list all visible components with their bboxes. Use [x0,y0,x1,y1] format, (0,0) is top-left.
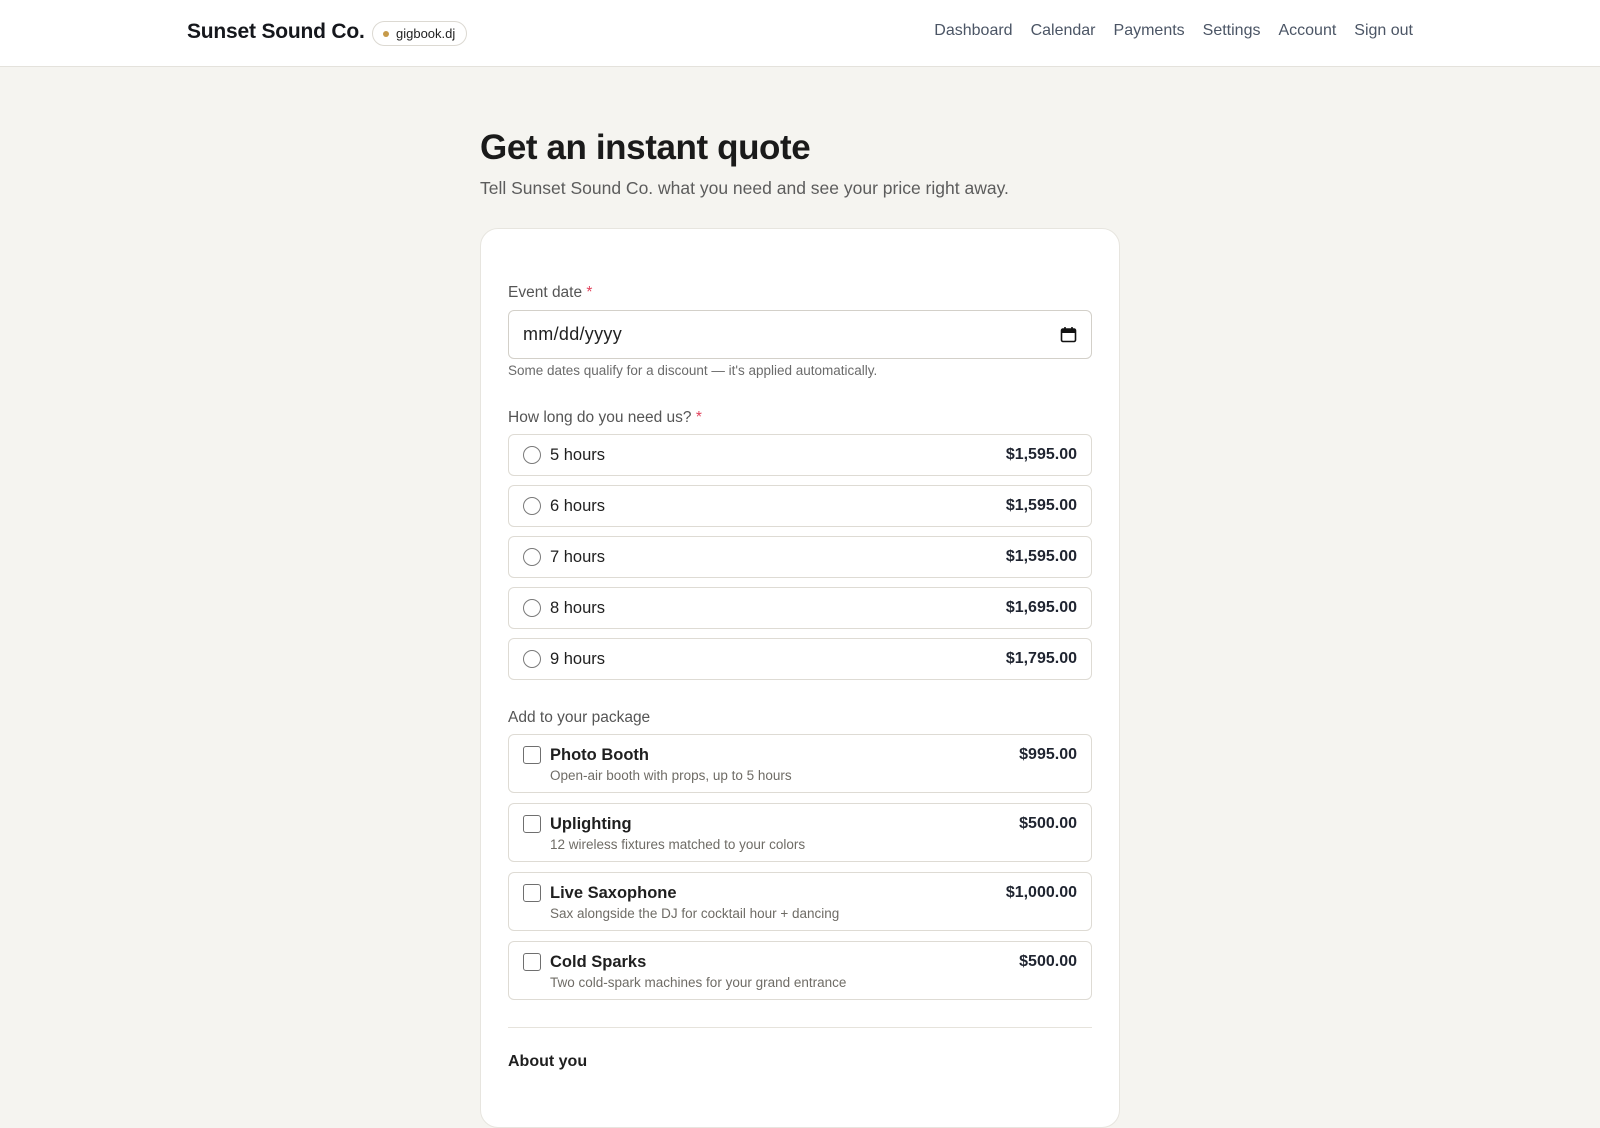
addon-description: Open-air booth with props, up to 5 hours [550,768,792,783]
duration-option-6h[interactable]: 6 hours $1,595.00 [508,485,1092,527]
addon-name: Live Saxophone [550,884,677,902]
site-badge[interactable]: gigbook.dj [372,21,468,46]
duration-option-8h[interactable]: 8 hours $1,695.00 [508,587,1092,629]
nav-settings[interactable]: Settings [1203,22,1261,40]
event-date-label-text: Event date [508,284,583,301]
duration-option-label: 8 hours [550,599,606,617]
page-subtitle: Tell Sunset Sound Co. what you need and … [480,178,1009,198]
duration-option-price: $1,595.00 [1005,548,1077,565]
radio-button[interactable] [523,497,541,515]
duration-option-5h[interactable]: 5 hours $1,595.00 [508,434,1092,476]
duration-option-9h[interactable]: 9 hours $1,795.00 [508,638,1092,680]
brand-name[interactable]: Sunset Sound Co. [187,20,365,44]
event-date-input[interactable]: mm/dd/yyyy [508,310,1092,359]
radio-button[interactable] [523,548,541,566]
addon-price: $995.00 [1019,746,1077,763]
addon-cold-sparks[interactable]: Cold Sparks Two cold-spark machines for … [508,941,1092,1000]
event-date-help: Some dates qualify for a discount — it's… [508,363,878,378]
duration-option-label: 7 hours [550,548,606,566]
event-date-label: Event date * [508,284,592,302]
radio-button[interactable] [523,446,541,464]
checkbox[interactable] [523,746,541,764]
duration-option-label: 6 hours [550,497,606,515]
section-divider [508,1027,1092,1028]
about-you-heading: About you [508,1053,588,1070]
addon-description: Sax alongside the DJ for cocktail hour +… [550,906,840,921]
addon-price: $500.00 [1019,815,1077,832]
nav-payments[interactable]: Payments [1114,22,1185,40]
addon-name: Cold Sparks [550,953,647,971]
quote-form-card: Event date * mm/dd/yyyy Some dates quali… [480,228,1120,1128]
duration-label: How long do you need us? * [508,409,702,427]
addon-uplighting[interactable]: Uplighting 12 wireless fixtures matched … [508,803,1092,862]
required-mark: * [586,284,593,301]
duration-option-7h[interactable]: 7 hours $1,595.00 [508,536,1092,578]
nav-dashboard[interactable]: Dashboard [934,22,1012,40]
checkbox[interactable] [523,815,541,833]
duration-option-price: $1,795.00 [1005,650,1077,667]
status-dot-icon [383,30,389,37]
duration-option-price: $1,595.00 [1005,446,1077,463]
duration-label-text: How long do you need us? [508,409,692,426]
addon-price: $500.00 [1019,953,1077,970]
event-date-placeholder: mm/dd/yyyy [523,324,623,344]
addon-description: Two cold-spark machines for your grand e… [550,975,847,990]
radio-button[interactable] [523,650,541,668]
duration-option-price: $1,595.00 [1005,497,1077,514]
addon-live-saxophone[interactable]: Live Saxophone Sax alongside the DJ for … [508,872,1092,931]
nav-account[interactable]: Account [1278,22,1336,40]
checkbox[interactable] [523,953,541,971]
nav-sign-out[interactable]: Sign out [1354,22,1413,40]
addon-name: Uplighting [550,815,632,833]
addon-name: Photo Booth [550,746,649,764]
addons-label: Add to your package [508,709,651,726]
addon-description: 12 wireless fixtures matched to your col… [550,837,806,852]
main-nav: Dashboard Calendar Payments Settings Acc… [934,22,1413,40]
duration-option-price: $1,695.00 [1005,599,1077,616]
required-mark: * [695,409,702,426]
site-badge-label: gigbook.dj [396,26,456,41]
addon-price: $1,000.00 [1005,884,1077,901]
addon-photo-booth[interactable]: Photo Booth Open-air booth with props, u… [508,734,1092,793]
duration-option-label: 5 hours [550,446,606,464]
nav-calendar[interactable]: Calendar [1031,22,1096,40]
page-title: Get an instant quote [480,128,811,167]
radio-button[interactable] [523,599,541,617]
checkbox[interactable] [523,884,541,902]
top-navbar: Sunset Sound Co. gigbook.dj Dashboard Ca… [0,0,1600,67]
duration-option-label: 9 hours [550,650,606,668]
calendar-icon[interactable] [1060,326,1077,343]
